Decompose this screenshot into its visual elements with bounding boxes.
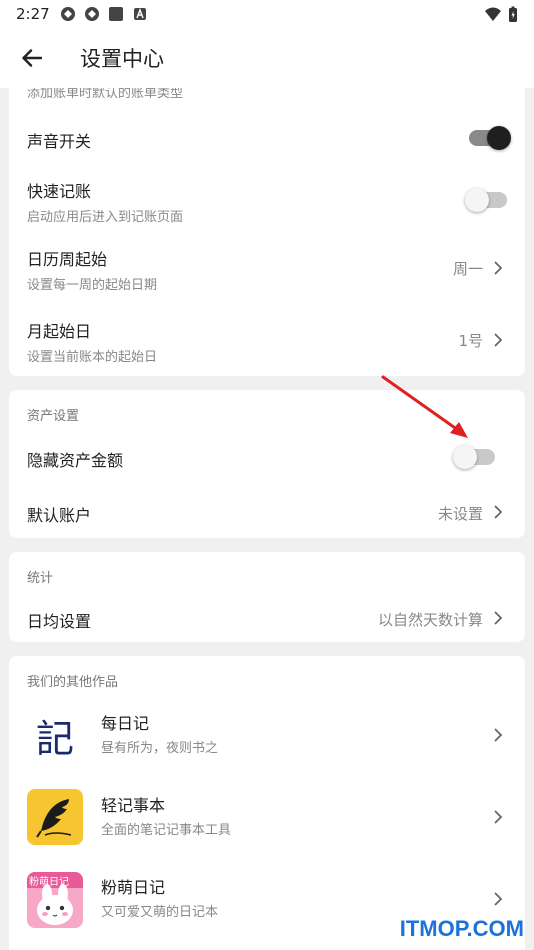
app-item-meiriji[interactable]: 記 每日记 昼有所为，夜则书之	[9, 704, 525, 766]
app-desc: 全面的笔记记事本工具	[101, 823, 232, 838]
month-start-label: 月起始日	[27, 322, 92, 341]
chevron-right-icon	[494, 505, 503, 519]
week-start-desc: 设置每一周的起始日期	[27, 278, 158, 293]
app-desc: 又可爱又萌的日记本	[101, 905, 219, 920]
arrow-left-icon	[22, 49, 42, 67]
sync-icon	[60, 7, 75, 21]
chevron-right-icon	[494, 333, 503, 347]
other-apps-card: 我们的其他作品 記 每日记 昼有所为，夜则书之 轻记事本 全面的笔记记事本工具	[9, 656, 525, 950]
status-time: 2:27	[16, 5, 50, 23]
status-bar: 2:27	[0, 0, 534, 28]
sound-switch[interactable]	[469, 126, 511, 150]
meiriji-app-icon: 記	[27, 707, 83, 763]
back-button[interactable]	[0, 28, 64, 88]
chevron-right-icon	[494, 611, 503, 625]
app-bar: 设置中心	[0, 28, 534, 88]
sync-icon	[84, 7, 99, 21]
app-name: 每日记	[101, 714, 150, 733]
quick-record-row[interactable]: 快速记账 启动应用后进入到记账页面	[9, 174, 525, 234]
watermark: ITMOP.COM	[399, 916, 524, 941]
chevron-right-icon	[494, 261, 503, 275]
daily-average-value: 以自然天数计算	[377, 611, 483, 629]
default-account-label: 默认账户	[27, 506, 92, 525]
quick-record-desc: 启动应用后进入到记账页面	[27, 210, 184, 225]
sound-toggle-row[interactable]: 声音开关	[9, 110, 525, 166]
month-start-value: 1号	[458, 332, 483, 350]
hide-amount-label: 隐藏资产金额	[27, 451, 124, 470]
asset-settings-card: 资产设置 隐藏资产金额 默认账户 未设置	[9, 390, 525, 538]
hide-amount-switch[interactable]	[453, 445, 495, 469]
default-account-value: 未设置	[437, 505, 483, 523]
quick-record-label: 快速记账	[27, 182, 92, 201]
battery-icon	[509, 6, 517, 22]
default-account-row[interactable]: 默认账户 未设置	[9, 490, 525, 534]
quick-record-switch[interactable]	[465, 188, 507, 212]
section-title-other-apps: 我们的其他作品	[27, 675, 119, 690]
chevron-right-icon	[494, 810, 503, 824]
chevron-right-icon	[494, 892, 503, 906]
partial-caption: 添加账单时默认的账单类型	[27, 88, 184, 101]
wifi-icon	[485, 7, 501, 21]
app-item-qingjishiben[interactable]: 轻记事本 全面的笔记记事本工具	[9, 788, 525, 850]
feather-notebook-app-icon	[27, 789, 83, 845]
week-start-label: 日历周起始	[27, 250, 108, 269]
page-title: 设置中心	[80, 47, 164, 71]
daily-average-row[interactable]: 日均设置 以自然天数计算	[9, 596, 525, 640]
general-settings-card: 添加账单时默认的账单类型 声音开关 快速记账 启动应用后进入到记账页面 日历周起…	[9, 88, 525, 376]
month-start-row[interactable]: 月起始日 设置当前账本的起始日 1号	[9, 314, 525, 374]
week-start-value: 周一	[452, 260, 483, 278]
square-icon	[108, 7, 123, 21]
notification-a-icon	[133, 8, 146, 20]
hide-amount-row[interactable]: 隐藏资产金额	[9, 434, 525, 478]
app-name: 粉萌日记	[101, 878, 166, 897]
month-start-desc: 设置当前账本的起始日	[27, 350, 158, 365]
chevron-right-icon	[494, 728, 503, 742]
section-title-assets: 资产设置	[27, 409, 80, 424]
app-name: 轻记事本	[101, 796, 166, 815]
stats-settings-card: 统计 日均设置 以自然天数计算	[9, 552, 525, 642]
app-desc: 昼有所为，夜则书之	[101, 741, 219, 756]
week-start-row[interactable]: 日历周起始 设置每一周的起始日期 周一	[9, 242, 525, 302]
section-title-stats: 统计	[27, 571, 54, 586]
sound-label: 声音开关	[27, 132, 92, 151]
feather-icon	[36, 799, 72, 838]
daily-average-label: 日均设置	[27, 612, 92, 631]
cute-bunny-diary-app-icon: 粉萌日记	[27, 872, 83, 928]
